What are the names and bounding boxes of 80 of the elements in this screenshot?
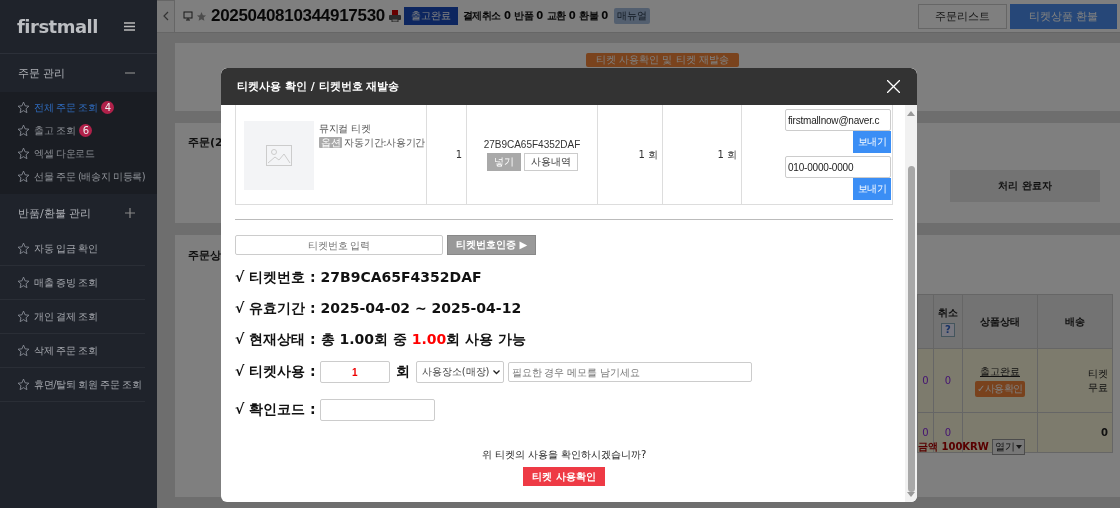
count-badge: 4 — [101, 101, 115, 114]
close-icon[interactable] — [887, 80, 900, 93]
scrollbar[interactable] — [905, 105, 917, 502]
menu-item[interactable]: 개인 결제 조회 — [0, 300, 145, 334]
menu-item[interactable]: 선물 주문 (배송지 미등록) — [0, 165, 157, 188]
monitor-icon — [183, 11, 193, 21]
menu-item[interactable]: 전체 주문 조회 4 — [0, 96, 157, 119]
table-cell-text: 0 — [1100, 427, 1108, 438]
quantity: 1 — [455, 149, 462, 160]
dialog-title: 티켓사용 확인 / 티켓번호 재발송 — [237, 79, 400, 94]
confirm-code-field[interactable] — [319, 399, 435, 421]
menu-item[interactable]: 휴면/탈퇴 회원 주문 조회 — [0, 368, 145, 402]
count-badge: 6 — [79, 124, 93, 137]
send-button[interactable]: 보내기 — [852, 131, 891, 153]
contact-field[interactable]: 010-0000-0000 — [785, 156, 891, 178]
list-button[interactable]: 주문리스트 — [917, 3, 1007, 29]
confirm-button[interactable]: 티켓 사용확인 — [523, 467, 605, 486]
unit-label: 회 — [395, 363, 410, 381]
place-select[interactable]: 사용장소(매장) — [415, 361, 504, 383]
star-icon — [17, 101, 30, 114]
star-icon — [17, 310, 30, 323]
menu-item[interactable]: 엑셀 다운로드 — [0, 142, 157, 165]
count-label: 반품 0 — [514, 9, 543, 23]
status-badge: 출고완료 — [403, 7, 458, 25]
menu-item[interactable]: 자동 입금 확인 — [0, 232, 145, 266]
section-header[interactable]: 반품/환불 관리 — [0, 194, 157, 232]
column-header: 처리 완료자 — [950, 170, 1100, 202]
menu-item[interactable]: 삭제 주문 조회 — [0, 334, 145, 368]
ticket-number-field[interactable]: 티켓번호 입력 — [235, 235, 443, 255]
panel-title: 주문(2 — [188, 135, 223, 150]
star-icon — [17, 276, 30, 289]
info-line: √ 유효기간 : 2025-04-02 ~ 2025-04-12 — [235, 300, 523, 317]
star-icon — [17, 242, 30, 255]
menu-item[interactable]: 출고 조회 6 — [0, 119, 157, 142]
caret-icon[interactable] — [492, 369, 500, 375]
count-label: 환불 0 — [579, 9, 608, 23]
star-icon — [17, 147, 30, 160]
section-header[interactable]: 주문 관리 — [0, 54, 157, 92]
menu-item[interactable]: 매출 증빙 조회 — [0, 266, 145, 300]
printer-icon[interactable] — [388, 10, 401, 22]
field-label: √ 확인코드 : — [235, 401, 316, 419]
logo: firstmall — [17, 16, 98, 37]
star-icon — [17, 344, 30, 357]
info-line: √ 티켓번호 : 27B9CA65F4352DAF — [235, 269, 483, 286]
column-header: 상품상태 — [962, 294, 1038, 349]
column-header: 배송 — [1037, 294, 1113, 349]
chevron-icon[interactable] — [162, 11, 169, 21]
star-icon — [17, 378, 30, 391]
field-label: √ 티켓사용 : — [235, 363, 316, 381]
count-label: 교환 0 — [546, 9, 576, 23]
table-cell-text: 티켓 무료 — [1087, 366, 1108, 395]
ticket-code: 27B9CA65F4352DAF — [483, 138, 581, 150]
star-icon — [17, 124, 30, 137]
collapse-button[interactable] — [157, 0, 175, 33]
order-number: 2025040810344917530 — [211, 6, 385, 26]
history-button[interactable]: 사용내역 — [523, 152, 578, 171]
remaining-count: 1 회 — [717, 147, 737, 162]
count-label: 결제취소 0 — [462, 9, 511, 23]
product-name: 뮤지컬 티켓 — [319, 123, 371, 134]
status-link[interactable]: 출고완료 — [980, 365, 1020, 377]
star-icon — [17, 170, 30, 183]
confirm-question: 위 티켓의 사용을 확인하시겠습니까? — [480, 448, 648, 462]
table-cell: 0 — [933, 348, 963, 413]
option-tag: 옵션 — [319, 137, 343, 148]
memo-field[interactable]: 필요한 경우 메모를 남기세요 — [507, 362, 752, 382]
usage-count-field[interactable]: 1 — [319, 361, 390, 383]
table-cell: 0 — [917, 348, 934, 413]
option-text: 자동기간:사용기간 — [344, 137, 426, 148]
toggle-select[interactable]: 열기 — [991, 439, 1025, 455]
used-count: 1 회 — [638, 147, 658, 162]
total-amount: 금액 100KRW — [918, 440, 989, 454]
send-button[interactable]: 보내기 — [852, 178, 891, 200]
menu-icon[interactable] — [124, 22, 135, 31]
status-tag: ✓사용확인 — [975, 380, 1025, 397]
panel-title: 주문상 — [188, 248, 221, 263]
column-header: 취소 — [938, 307, 958, 318]
info-line: √ 현재상태 : 총 1.00회 중 1.00회 사용 가능 — [235, 331, 528, 348]
expand-icon[interactable] — [125, 208, 135, 218]
star-icon[interactable] — [196, 10, 207, 22]
contact-field[interactable]: firstmallnow@naver.c — [785, 109, 891, 131]
